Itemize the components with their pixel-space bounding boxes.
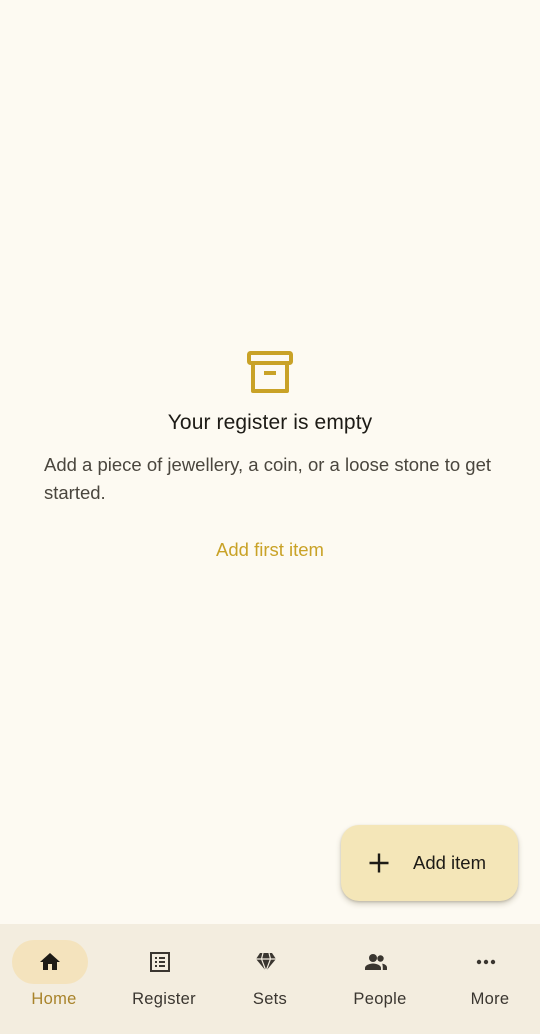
add-item-fab-label: Add item: [413, 852, 487, 873]
add-first-item-button[interactable]: Add first item: [170, 532, 370, 568]
nav-item-more[interactable]: More: [436, 924, 540, 1034]
nav-label-sets: Sets: [252, 990, 288, 1008]
gem-icon: [256, 952, 276, 973]
nav-label-register: Register: [132, 990, 196, 1008]
nav-item-register[interactable]: Register: [110, 924, 218, 1034]
archive-box-icon: [247, 351, 293, 393]
plus-icon: [369, 853, 389, 873]
people-icon: [365, 954, 387, 970]
nav-label-more: More: [470, 990, 510, 1008]
more-horiz-icon: [476, 959, 496, 965]
nav-label-home: Home: [31, 990, 77, 1008]
app-screen: Your register is empty Add a piece of je…: [0, 0, 540, 1034]
empty-state-title: Your register is empty: [167, 411, 373, 434]
home-icon: [40, 953, 60, 970]
add-item-fab[interactable]: Add item: [341, 825, 518, 901]
list-icon: [150, 952, 170, 972]
empty-state-message: Add a piece of jewellery, a coin, or a l…: [44, 454, 492, 503]
nav-label-people: People: [353, 990, 407, 1008]
nav-item-people[interactable]: People: [326, 924, 434, 1034]
nav-item-home[interactable]: Home: [0, 924, 108, 1034]
bottom-navigation-bar: Home Register Sets People More: [0, 924, 540, 1034]
nav-item-sets[interactable]: Sets: [216, 924, 324, 1034]
